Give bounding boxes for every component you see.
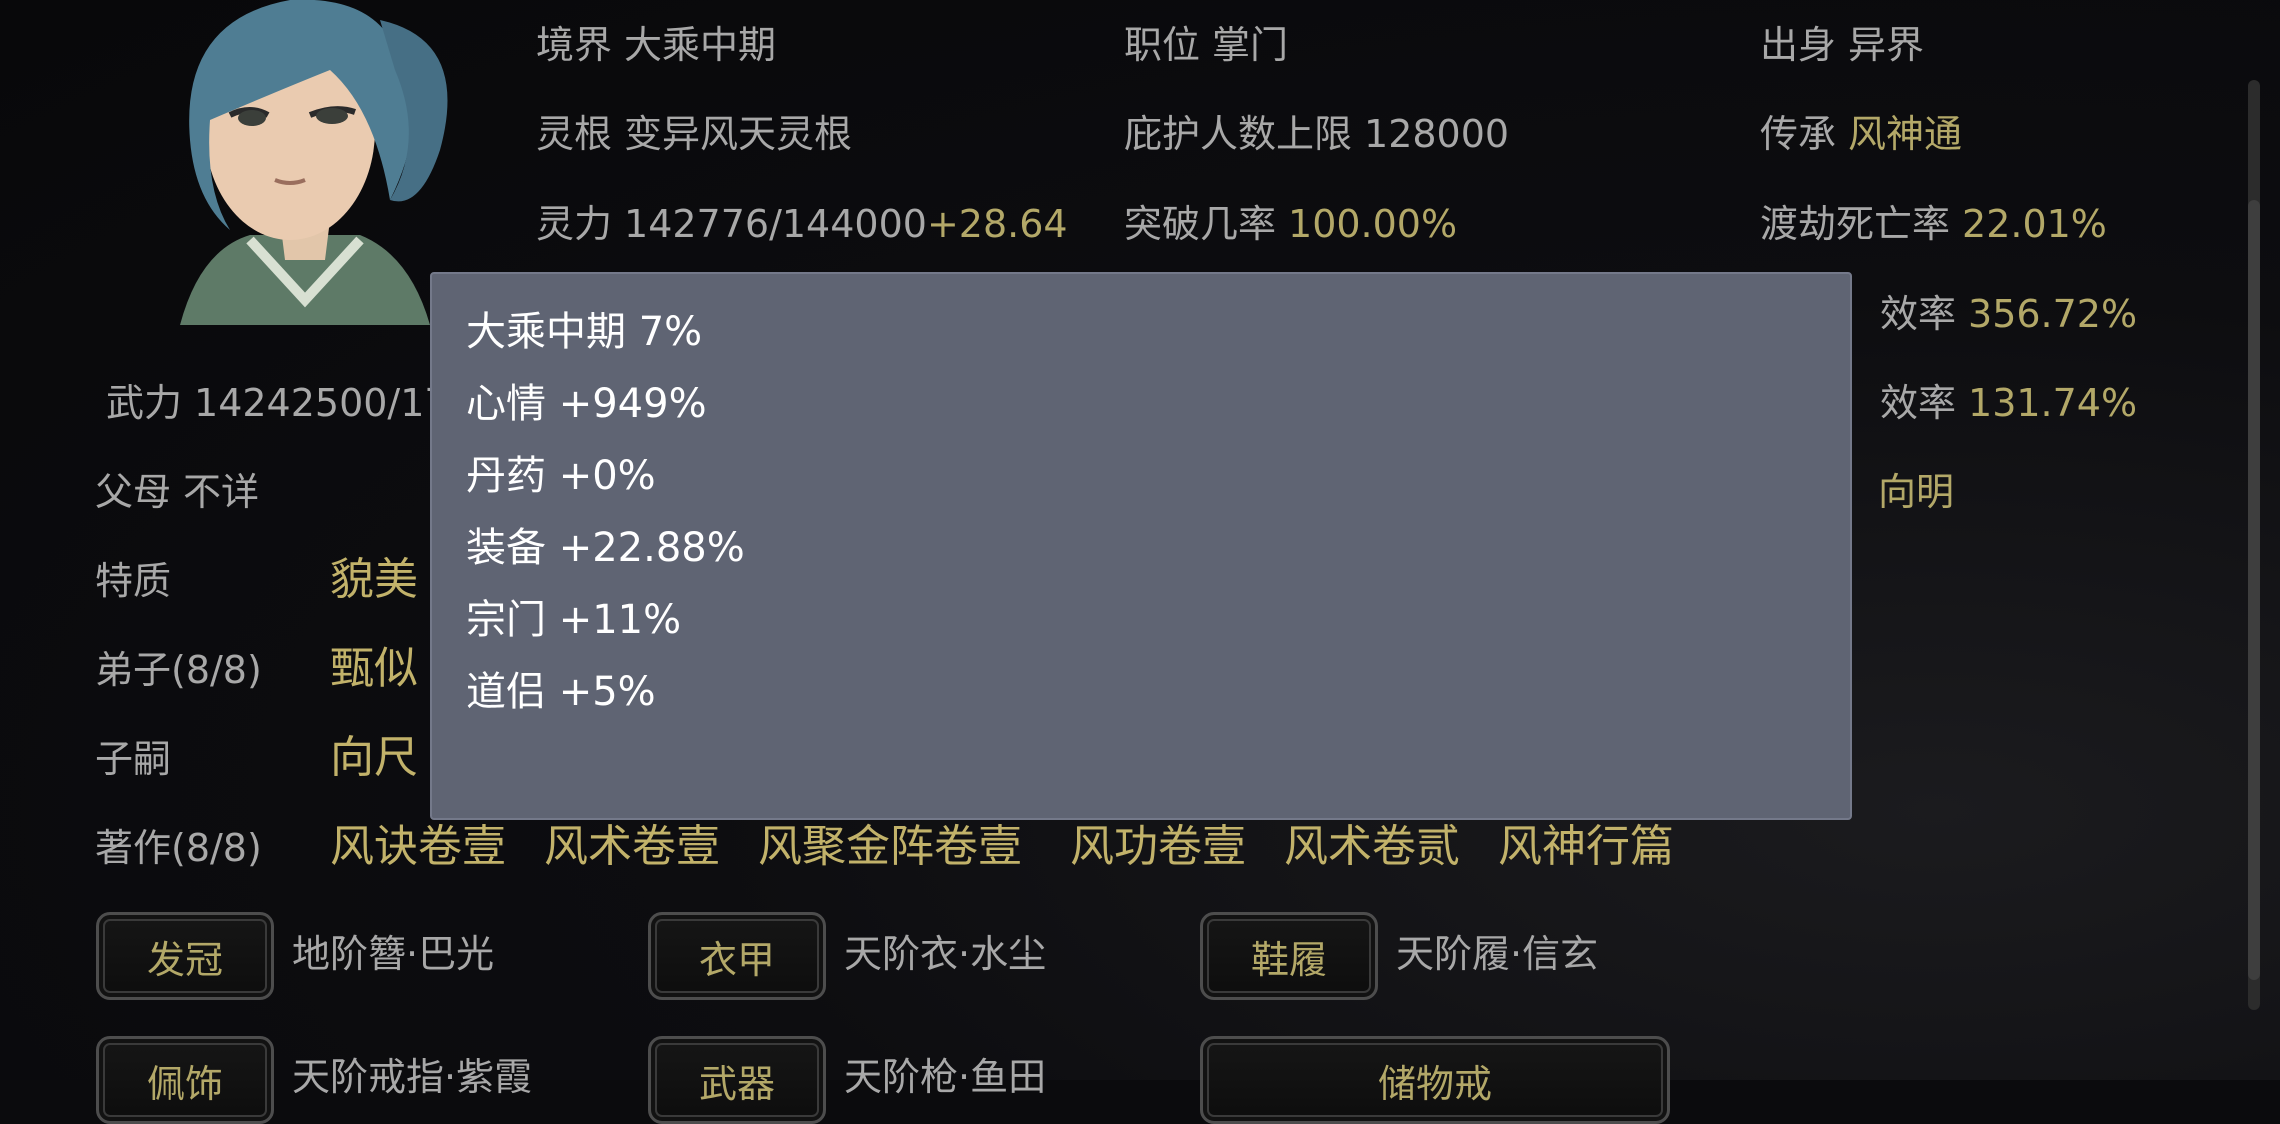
disciple-name[interactable]: 甄似 (330, 647, 418, 691)
armor-slot-button[interactable]: 衣甲 (648, 912, 826, 1000)
accessory-slot-button[interactable]: 佩饰 (96, 1036, 274, 1124)
stat-breakthrough-rate: 突破几率 100.00% (1124, 202, 1458, 246)
hair-item: 地阶簪·巴光 (292, 932, 495, 976)
traits-label: 特质 (95, 559, 172, 603)
work-item[interactable]: 风神行篇 (1498, 825, 1674, 869)
tooltip-line: 丹药 +0% (466, 453, 656, 499)
weapon-slot-button[interactable]: 武器 (648, 1036, 826, 1124)
hair-slot-button[interactable]: 发冠 (96, 912, 274, 1000)
storage-ring-button[interactable]: 储物戒 (1200, 1036, 1670, 1124)
tooltip-line: 大乘中期 7% (466, 309, 703, 355)
stat-efficiency-2: 效率 131.74% (1880, 381, 2138, 425)
tooltip-line: 装备 +22.88% (466, 525, 745, 571)
weapon-item: 天阶枪·鱼田 (844, 1055, 1047, 1099)
work-item[interactable]: 风诀卷壹 (330, 825, 506, 869)
heir-name[interactable]: 向尺 (330, 736, 418, 780)
tooltip-line: 心情 +949% (466, 381, 707, 427)
work-item[interactable]: 风术卷壹 (544, 825, 720, 869)
stat-spirit-root: 灵根 变异风天灵根 (536, 112, 853, 156)
stat-origin: 出身 异界 (1760, 23, 1925, 67)
accessory-item: 天阶戒指·紫霞 (292, 1055, 533, 1099)
work-item[interactable]: 风术卷贰 (1284, 825, 1460, 869)
work-item[interactable]: 风功卷壹 (1070, 825, 1246, 869)
stat-parents: 父母 不详 (95, 470, 260, 514)
stat-inheritance: 传承 风神通 (1760, 112, 1963, 156)
armor-item: 天阶衣·水尘 (844, 932, 1047, 976)
heirs-label: 子嗣 (95, 737, 172, 781)
tooltip-line: 道侣 +5% (466, 669, 656, 715)
tooltip-line: 宗门 +11% (466, 597, 682, 643)
work-item[interactable]: 风聚金阵卷壹 (758, 825, 1022, 869)
scrollbar-thumb[interactable] (2248, 200, 2260, 980)
traits-value[interactable]: 貌美 (330, 558, 418, 602)
stat-efficiency-1: 效率 356.72% (1880, 292, 2138, 336)
shoes-item: 天阶履·信玄 (1396, 932, 1599, 976)
stat-dao-partner: 向明 (1878, 470, 1955, 514)
stat-mana: 灵力 142776/144000+28.64 (536, 202, 1068, 246)
stat-tribulation-death-rate: 渡劫死亡率 22.01% (1760, 202, 2107, 246)
stat-realm: 境界 大乘中期 (536, 23, 777, 67)
works-label: 著作(8/8) (95, 826, 262, 870)
shoes-slot-button[interactable]: 鞋履 (1200, 912, 1378, 1000)
stat-position: 职位 掌门 (1124, 23, 1289, 67)
stat-protect-limit: 庇护人数上限 128000 (1124, 112, 1510, 156)
stat-force: 武力 14242500/17 (106, 381, 449, 425)
breakdown-tooltip: 大乘中期 7% 心情 +949% 丹药 +0% 装备 +22.88% 宗门 +1… (430, 272, 1852, 820)
character-portrait (140, 0, 470, 325)
disciples-label: 弟子(8/8) (95, 648, 262, 692)
